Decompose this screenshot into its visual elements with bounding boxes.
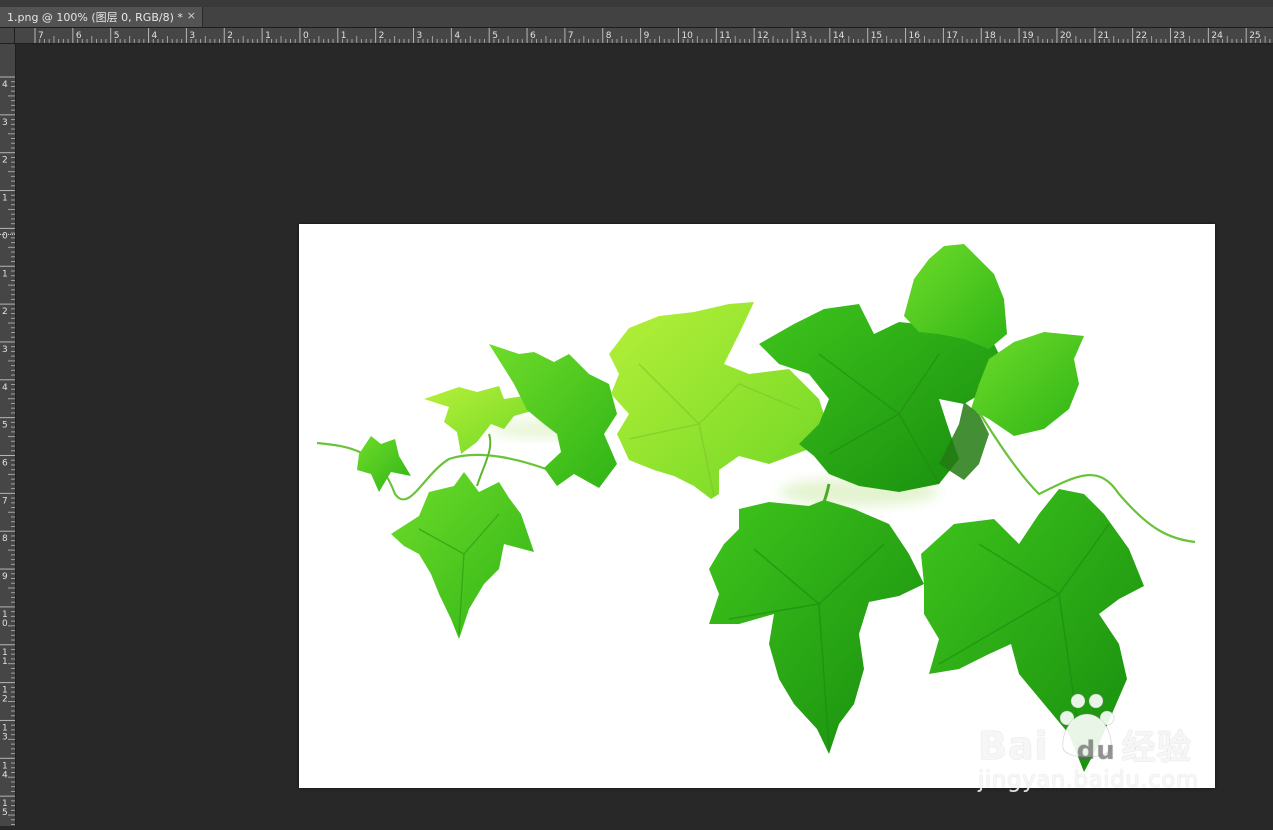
ruler-label: 1 (265, 31, 271, 41)
ruler-label: 7 (2, 496, 8, 506)
ruler-label: 3 (417, 31, 423, 41)
ruler-label: 13 (795, 31, 806, 41)
ruler-label: 16 (909, 31, 921, 41)
close-icon[interactable]: × (187, 9, 196, 22)
ruler-label: 1 (2, 269, 8, 279)
ruler-label: 23 (1174, 31, 1185, 41)
ruler-label: 6 (2, 459, 8, 469)
ruler-label: 6 (76, 31, 82, 41)
ruler-label: 21 (1098, 31, 1109, 41)
ruler-label: 5 (492, 31, 498, 41)
ruler-label: 4 (2, 80, 8, 90)
baidu-logo-text: Bai du 经验 (978, 724, 1192, 768)
ruler-label: 1 (341, 31, 347, 41)
options-bar-strip (0, 0, 1273, 7)
watermark-url: jingyan.baidu.com (978, 767, 1199, 793)
horizontal-ruler-ticks: 7 6 5 4 3 2 1 0 1 2 3 4 5 6 7 8 9 10 11 12 13 14 15 16 17 18 19 20 2… (34, 28, 1271, 43)
ruler-label: 24 (1211, 31, 1223, 41)
ruler-label: 8 (606, 31, 612, 41)
ruler-label: 3 (2, 732, 8, 742)
ruler-label: 4 (2, 383, 8, 393)
ruler-label: 1 (2, 194, 8, 204)
document-tab[interactable]: 1.png @ 100% (图层 0, RGB/8) * × (0, 7, 203, 27)
ruler-label: 2 (2, 156, 8, 166)
vertical-ruler[interactable]: 43210123456789101112131415 (0, 44, 16, 826)
ruler-label: 2 (379, 31, 385, 41)
ruler-label: 1 (2, 657, 8, 667)
ruler-label: 2 (227, 31, 233, 41)
ruler-label: 15 (871, 31, 882, 41)
ruler-label: 5 (2, 808, 8, 818)
ruler-label: 7 (568, 31, 574, 41)
ruler-label: 9 (644, 31, 650, 41)
ruler-label: 22 (1136, 31, 1147, 41)
ruler-label: 18 (984, 31, 996, 41)
ruler-label: 2 (2, 695, 8, 705)
ruler-label: 6 (530, 31, 536, 41)
ruler-label: 20 (1060, 31, 1072, 41)
ruler-label: 4 (454, 31, 460, 41)
ruler-label: 0 (2, 231, 8, 241)
ruler-label: 3 (189, 31, 195, 41)
ruler-label: 3 (2, 345, 8, 355)
ruler-label: 10 (681, 31, 693, 41)
vertical-ruler-ticks: 43210123456789101112131415 (0, 76, 15, 826)
ruler-label: 0 (303, 31, 309, 41)
ruler-label: 7 (38, 31, 44, 41)
document-tab-bar: 1.png @ 100% (图层 0, RGB/8) * × (0, 7, 1273, 28)
ruler-label: 4 (152, 31, 158, 41)
ruler-label: 17 (946, 31, 957, 41)
ruler-label: 9 (2, 572, 8, 582)
ruler-label: 14 (833, 31, 845, 41)
ruler-label: 8 (2, 534, 8, 544)
ruler-origin-corner[interactable] (0, 28, 15, 44)
ruler-label: 2 (2, 307, 8, 317)
document-tab-title: 1.png @ 100% (图层 0, RGB/8) * (7, 11, 183, 24)
horizontal-ruler[interactable]: 7 6 5 4 3 2 1 0 1 2 3 4 5 6 7 8 9 10 11 12 13 14 15 16 17 18 19 20 2… (15, 28, 1273, 44)
ruler-label: 25 (1249, 31, 1260, 41)
ruler-label: 12 (757, 31, 768, 41)
ruler-label: 4 (2, 770, 8, 780)
ruler-label: 11 (719, 31, 730, 41)
ruler-label: 0 (2, 619, 8, 629)
ruler-label: 19 (1022, 31, 1034, 41)
ruler-label: 5 (114, 31, 120, 41)
ruler-label: 3 (2, 118, 8, 128)
ruler-label: 5 (2, 421, 8, 431)
